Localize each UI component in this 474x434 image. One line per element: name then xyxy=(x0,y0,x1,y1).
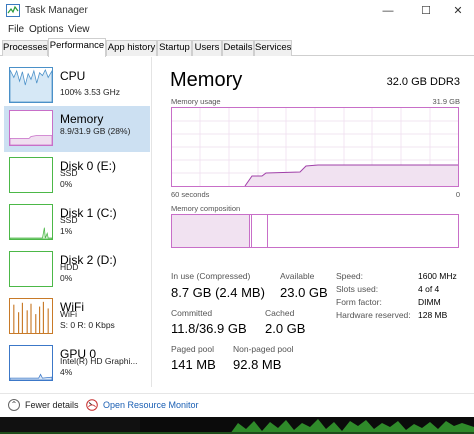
composition-standby xyxy=(252,215,268,247)
menu-bar: File Options View xyxy=(0,22,474,38)
tab-users[interactable]: Users xyxy=(192,40,222,56)
time-zero-label: 0 xyxy=(455,190,460,199)
sidebar-item-disk0[interactable]: Disk 0 (E:) SSD 0% xyxy=(4,153,150,199)
sidebar-usage-disk0: 0% xyxy=(60,179,73,189)
open-resource-monitor-label: Open Resource Monitor xyxy=(103,400,199,410)
non-paged-pool-value: 92.8 MB xyxy=(233,357,282,372)
memory-usage-label: Memory usage xyxy=(171,97,221,106)
committed-label: Committed xyxy=(171,308,213,318)
close-button[interactable]: ✕ xyxy=(440,0,474,22)
tab-bar: Processes Performance App history Startu… xyxy=(0,38,474,57)
tab-startup[interactable]: Startup xyxy=(157,40,192,56)
sidebar-type-disk1: SSD xyxy=(60,215,78,225)
desktop-background-strip xyxy=(0,417,474,434)
available-value: 23.0 GB xyxy=(280,285,328,300)
maximize-button[interactable]: ☐ xyxy=(408,0,444,22)
sidebar-item-disk1[interactable]: Disk 1 (C:) SSD 1% xyxy=(4,200,150,246)
hardware-reserved-label: Hardware reserved: xyxy=(336,310,411,320)
fewer-details-button[interactable]: ⌃ Fewer details xyxy=(8,399,79,411)
footer-bar: ⌃ Fewer details Open Resource Monitor xyxy=(0,393,474,417)
resource-monitor-icon xyxy=(86,399,98,411)
sidebar-item-wifi[interactable]: WiFi WiFi S: 0 R: 0 Kbps xyxy=(4,294,150,340)
available-label: Available xyxy=(280,271,315,281)
sidebar-type-wifi: WiFi xyxy=(60,309,77,319)
disk1-thumbnail-graph xyxy=(9,204,53,240)
tab-app-history[interactable]: App history xyxy=(106,40,157,56)
sidebar-item-memory[interactable]: Memory 8.9/31.9 GB (28%) xyxy=(4,106,150,152)
memory-spec: 32.0 GB DDR3 xyxy=(386,76,460,88)
sidebar-type-disk0: SSD xyxy=(60,168,78,178)
sidebar-usage-disk1: 1% xyxy=(60,226,73,236)
sidebar-name-cpu: CPU xyxy=(60,69,86,83)
non-paged-pool-label: Non-paged pool xyxy=(233,344,294,354)
sidebar-usage-disk2: 0% xyxy=(60,273,73,283)
sidebar-name-memory: Memory xyxy=(60,112,104,126)
slots-used-value: 4 of 4 xyxy=(418,284,440,294)
composition-free xyxy=(268,215,458,247)
cpu-thumbnail-graph xyxy=(9,67,53,103)
tab-details[interactable]: Details xyxy=(222,40,254,56)
sidebar-type-disk2: HDD xyxy=(60,262,79,272)
disk0-thumbnail-graph xyxy=(9,157,53,193)
performance-sidebar: CPU 100% 3.53 GHz Memory 8.9/31.9 GB (28… xyxy=(0,57,152,387)
tab-processes[interactable]: Processes xyxy=(2,40,48,56)
memory-usage-graph xyxy=(171,107,459,187)
sidebar-model-gpu: Intel(R) HD Graphi... xyxy=(60,356,138,366)
gpu-thumbnail-graph xyxy=(9,345,53,381)
composition-in-use xyxy=(172,215,250,247)
memory-composition-label: Memory composition xyxy=(171,204,241,213)
memory-composition-bar xyxy=(171,214,459,248)
page-title: Memory xyxy=(170,69,243,91)
menu-options[interactable]: Options xyxy=(29,24,63,35)
tab-performance[interactable]: Performance xyxy=(48,38,106,57)
hardware-reserved-value: 128 MB xyxy=(418,310,448,320)
menu-view[interactable]: View xyxy=(68,24,90,35)
sidebar-usage-gpu: 4% xyxy=(60,367,73,377)
wifi-thumbnail-graph xyxy=(9,298,53,334)
sidebar-sub-memory: 8.9/31.9 GB (28%) xyxy=(60,126,131,136)
in-use-value: 8.7 GB (2.4 MB) xyxy=(171,285,265,300)
fewer-details-label: Fewer details xyxy=(25,400,79,410)
cached-label: Cached xyxy=(265,308,295,318)
sidebar-item-cpu[interactable]: CPU 100% 3.53 GHz xyxy=(4,63,150,109)
slots-used-label: Slots used: xyxy=(336,284,379,294)
disk2-thumbnail-graph xyxy=(9,251,53,287)
chevron-up-icon: ⌃ xyxy=(8,399,20,411)
memory-detail-panel: Memory 32.0 GB DDR3 Memory usage 31.9 GB… xyxy=(160,57,474,387)
open-resource-monitor-link[interactable]: Open Resource Monitor xyxy=(86,399,199,411)
in-use-label: In use (Compressed) xyxy=(171,271,251,281)
menu-file[interactable]: File xyxy=(8,24,24,35)
sidebar-item-disk2[interactable]: Disk 2 (D:) HDD 0% xyxy=(4,247,150,293)
sidebar-rate-wifi: S: 0 R: 0 Kbps xyxy=(60,320,115,330)
memory-usage-plot xyxy=(172,108,458,187)
memory-usage-max: 31.9 GB xyxy=(432,97,460,106)
speed-value: 1600 MHz xyxy=(418,271,457,281)
paged-pool-label: Paged pool xyxy=(171,344,215,354)
title-bar: Task Manager — ☐ ✕ xyxy=(0,0,474,22)
paged-pool-value: 141 MB xyxy=(171,357,216,372)
sidebar-sub-cpu: 100% 3.53 GHz xyxy=(60,87,121,97)
form-factor-value: DIMM xyxy=(418,297,441,307)
speed-label: Speed: xyxy=(336,271,363,281)
form-factor-label: Form factor: xyxy=(336,297,382,307)
memory-thumbnail-graph xyxy=(9,110,53,146)
cached-value: 2.0 GB xyxy=(265,321,306,336)
sidebar-item-gpu[interactable]: GPU 0 Intel(R) HD Graphi... 4% xyxy=(4,341,150,387)
committed-value: 11.8/36.9 GB xyxy=(171,321,247,336)
minimize-button[interactable]: — xyxy=(370,0,406,22)
window-title: Task Manager xyxy=(25,5,88,16)
tab-services[interactable]: Services xyxy=(254,40,292,56)
time-span-label: 60 seconds xyxy=(171,190,210,199)
task-manager-icon xyxy=(6,4,20,17)
